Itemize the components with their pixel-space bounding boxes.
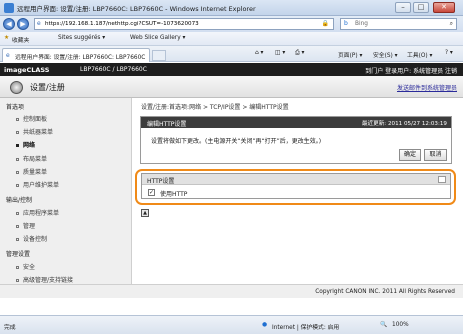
search-icon[interactable]: ⌕ xyxy=(450,20,453,28)
last-updated: 最近更新: 2011 05/27 12:03:19 xyxy=(361,121,447,127)
sidebar-item-quality[interactable]: 质量菜单 xyxy=(16,167,47,176)
window-title: 远程用户界面: 设置/注册: LBP7660C: LBP7660C - Wind… xyxy=(17,5,256,13)
bullet-icon xyxy=(16,131,19,134)
bullet-icon xyxy=(16,238,19,241)
footer: Copyright CANON INC. 2011 All Rights Res… xyxy=(0,284,463,298)
sidebar-section-admin: 管理设置 xyxy=(6,251,31,258)
search-placeholder: Bing xyxy=(355,21,368,27)
lock-icon[interactable]: 🔒 xyxy=(322,20,329,27)
sidebar-item-security[interactable]: 安全 xyxy=(16,262,35,271)
sidebar-item-network[interactable]: 网络 xyxy=(16,140,35,149)
http-settings-header: HTTP设置 xyxy=(142,174,450,185)
http-settings-title: HTTP设置 xyxy=(147,178,175,185)
bing-icon: b xyxy=(344,20,348,27)
bullet-icon xyxy=(16,118,19,121)
page-title: 设置/注册 xyxy=(30,83,65,92)
address-text: https://192.168.1.187/nethttp.cgi?CSUT=-… xyxy=(45,21,199,27)
header-links[interactable]: 到门户 登录用户: 系统管理员 注销 xyxy=(365,66,457,75)
address-row: ◀ ▶ e https://192.168.1.187/nethttp.cgi?… xyxy=(0,16,463,32)
feeds-icon[interactable]: ◫ ▾ xyxy=(275,50,285,56)
favorite-web-slice[interactable]: Web Slice Gallery ▾ xyxy=(130,35,185,41)
tools-menu[interactable]: 工具(O) ▾ xyxy=(407,50,432,59)
bullet-icon xyxy=(16,184,19,187)
settings-home-icon xyxy=(10,81,23,94)
page-icon: e xyxy=(37,20,41,27)
status-bar: 完成 ● Internet | 保护模式: 启用 🔍 100% xyxy=(0,315,463,334)
sidebar-item-support-links[interactable]: 高级管理/支持链接 xyxy=(16,275,73,284)
bullet-icon xyxy=(16,144,19,147)
address-bar[interactable]: e https://192.168.1.187/nethttp.cgi?CSUT… xyxy=(34,18,334,30)
sidebar-item-applications[interactable]: 应用程序菜单 xyxy=(16,208,59,217)
favorites-bar: ★ 收藏夹 Sites suggérés ▾ Web Slice Gallery… xyxy=(0,32,463,46)
sidebar-item-user-maintenance[interactable]: 用户维护菜单 xyxy=(16,180,59,189)
favorite-suggested-sites[interactable]: Sites suggérés ▾ xyxy=(58,35,105,41)
maximize-button[interactable]: □ xyxy=(413,2,429,13)
sidebar-item-management[interactable]: 管理 xyxy=(16,221,35,230)
forward-icon[interactable]: ▶ xyxy=(17,18,29,30)
sidebar: 首选项 控制面板 共纸器菜单 网络 布局菜单 质量菜单 用户维护菜单 输出/控制… xyxy=(0,98,132,284)
tab-page-icon: e xyxy=(6,52,10,59)
bullet-icon xyxy=(16,279,19,282)
http-settings-box: HTTP设置 ✓ 使用HTTP xyxy=(141,173,451,199)
page-top-bar: imageCLASS LBP7660C / LBP7660C 到门户 登录用户:… xyxy=(0,63,463,76)
brand-name: imageCLASS xyxy=(4,66,50,74)
mail-admin-link[interactable]: 发送邮件到系统管理员 xyxy=(397,83,457,92)
bullet-icon xyxy=(16,225,19,228)
change-message: 设置将做如下更改。(主电源开关“关闭”再“打开”后，更改生效。) xyxy=(151,138,322,145)
tab-bar: e 远程用户界面: 设置/注册: LBP7660C: LBP7660C ⌂ ▾ … xyxy=(0,46,463,62)
sidebar-item-device-control[interactable]: 设备控制 xyxy=(16,234,47,243)
page-header: 设置/注册 发送邮件到系统管理员 xyxy=(0,76,463,98)
globe-icon: ● xyxy=(262,322,268,328)
page-menu[interactable]: 页面(P) ▾ xyxy=(338,50,362,59)
ok-button[interactable]: 确定 xyxy=(399,149,421,161)
panel-header: 编辑HTTP设置 最近更新: 2011 05/27 12:03:19 xyxy=(141,117,451,128)
back-icon[interactable]: ◀ xyxy=(3,18,15,30)
window-title-bar: 远程用户界面: 设置/注册: LBP7660C: LBP7660C - Wind… xyxy=(0,0,463,16)
bullet-icon xyxy=(16,171,19,174)
favorites-button[interactable]: 收藏夹 xyxy=(12,35,29,44)
bullet-icon xyxy=(16,212,19,215)
device-model: LBP7660C / LBP7660C xyxy=(80,66,147,73)
search-input[interactable]: b Bing ⌕ xyxy=(340,18,457,30)
home-icon-cmd[interactable]: ⌂ ▾ xyxy=(255,50,263,56)
bullet-icon xyxy=(16,266,19,269)
close-button[interactable]: ✕ xyxy=(433,2,455,13)
sidebar-item-layout[interactable]: 布局菜单 xyxy=(16,154,47,163)
new-tab-button[interactable] xyxy=(152,50,166,61)
sidebar-section-preferences: 首选项 xyxy=(6,104,25,111)
safety-menu[interactable]: 安全(S) ▾ xyxy=(373,50,398,59)
panel-title: 编辑HTTP设置 xyxy=(147,121,187,128)
use-http-checkbox[interactable]: ✓ xyxy=(148,189,155,196)
help-icon[interactable]: ? ▾ xyxy=(445,50,453,56)
print-icon[interactable]: ⎙ ▾ xyxy=(295,50,304,57)
sidebar-section-output: 输出/控制 xyxy=(6,197,33,204)
breadcrumb: 设置/注册:首选项:网络 > TCP/IP设置 > 编辑HTTP设置 xyxy=(141,104,289,111)
star-icon: ★ xyxy=(4,35,10,41)
zoom-level[interactable]: 100% xyxy=(392,322,409,328)
section-toggle-icon[interactable] xyxy=(438,176,446,183)
sidebar-item-control-panel[interactable]: 控制面板 xyxy=(16,114,47,123)
zone-text[interactable]: Internet | 保护模式: 启用 xyxy=(272,322,339,331)
zoom-icon[interactable]: 🔍 xyxy=(380,322,387,328)
sidebar-item-paper-feeder[interactable]: 共纸器菜单 xyxy=(16,127,53,136)
edit-http-panel: 编辑HTTP设置 最近更新: 2011 05/27 12:03:19 设置将做如… xyxy=(140,116,452,164)
tab-label: 远程用户界面: 设置/注册: LBP7660C: LBP7660C xyxy=(15,55,146,61)
use-http-label: 使用HTTP xyxy=(160,191,188,198)
back-to-top-icon[interactable]: ▲ xyxy=(141,209,149,217)
copyright: Copyright CANON INC. 2011 All Rights Res… xyxy=(315,289,455,295)
bullet-icon xyxy=(16,158,19,161)
browser-tab[interactable]: e 远程用户界面: 设置/注册: LBP7660C: LBP7660C xyxy=(2,48,150,62)
status-text: 完成 xyxy=(4,325,16,331)
minimize-button[interactable]: – xyxy=(395,2,411,13)
ie-icon xyxy=(4,3,14,13)
cancel-button[interactable]: 取消 xyxy=(424,149,447,161)
